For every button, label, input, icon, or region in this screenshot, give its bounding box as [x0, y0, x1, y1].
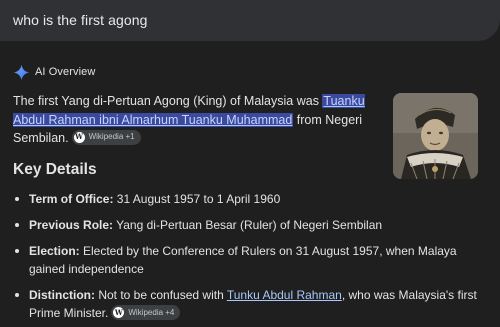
detail-election: Election: Elected by the Conference of R…	[13, 242, 483, 278]
detail-previous-role: Previous Role: Yang di-Pertuan Besar (Ru…	[13, 216, 493, 234]
wikipedia-icon: W	[73, 132, 85, 144]
search-results-page: who is the first agong AI Overview The f…	[0, 0, 500, 327]
key-details-heading: Key Details	[13, 161, 97, 178]
detail-term: Distinction:	[29, 288, 95, 302]
detail-term: Election:	[29, 244, 80, 258]
detail-distinction: Distinction: Not to be confused with Tun…	[13, 286, 483, 322]
detail-term: Term of Office:	[29, 192, 114, 206]
detail-text: Not to be confused with	[95, 288, 227, 302]
bullet	[15, 293, 19, 297]
source-chip-label: Wikipedia +4	[128, 307, 175, 317]
ai-overview-header: AI Overview	[13, 63, 95, 81]
source-chip-label: Wikipedia +1	[88, 132, 135, 142]
search-query-text[interactable]: who is the first agong	[13, 12, 148, 28]
bullet	[15, 249, 19, 253]
bullet	[15, 197, 19, 201]
source-chip[interactable]: W Wikipedia +4	[111, 305, 181, 321]
sparkle-icon	[13, 64, 30, 80]
detail-term-of-office: Term of Office: 31 August 1957 to 1 Apri…	[13, 190, 493, 208]
detail-text: 31 August 1957 to 1 April 1960	[113, 192, 281, 206]
search-bar[interactable]: who is the first agong	[0, 0, 500, 41]
detail-text: Yang di-Pertuan Besar (Ruler) of Negeri …	[113, 218, 383, 232]
intro-paragraph: The first Yang di-Pertuan Agong (King) o…	[13, 92, 385, 148]
detail-text: Elected by the Conference of Rulers on 3…	[29, 244, 457, 276]
detail-term: Previous Role:	[29, 218, 114, 232]
tunku-abdul-rahman-link[interactable]: Tunku Abdul Rahman	[227, 288, 342, 302]
bullet	[15, 223, 19, 227]
portrait-image[interactable]	[393, 93, 478, 179]
intro-prefix: The first Yang di-Pertuan Agong (King) o…	[13, 94, 323, 108]
source-chip[interactable]: W Wikipedia +1	[71, 130, 141, 146]
wikipedia-icon: W	[113, 307, 125, 319]
ai-overview-title: AI Overview	[35, 66, 96, 78]
portrait-illustration	[393, 93, 478, 179]
